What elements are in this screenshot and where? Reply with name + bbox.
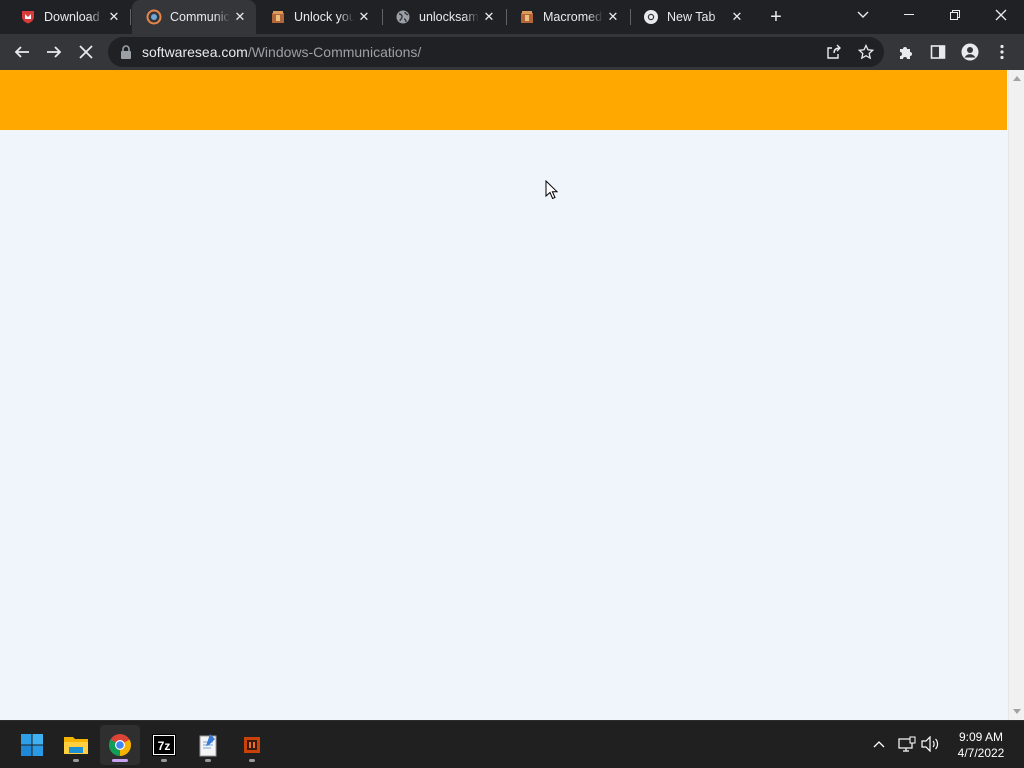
running-indicator: [73, 759, 79, 762]
tab-divider: [130, 9, 131, 25]
chevron-up-icon: [873, 741, 885, 748]
page-content: [0, 70, 1008, 720]
stop-loading-button[interactable]: [70, 36, 102, 68]
7zip-icon: 7z: [152, 734, 176, 756]
arrow-left-icon: [14, 46, 29, 58]
chrome-icon: [643, 9, 659, 25]
page-scrollbar[interactable]: [1008, 70, 1024, 720]
clock-time: 9:09 AM: [958, 730, 1004, 744]
scroll-down-arrow[interactable]: [1013, 709, 1021, 714]
notepad-icon: [199, 734, 217, 757]
tab-title: Communica: [170, 10, 230, 24]
restore-button[interactable]: [932, 0, 978, 30]
system-clock[interactable]: 9:09 AM 4/7/2022: [946, 729, 1016, 761]
tab-macromedia[interactable]: Macromedi ✕: [505, 0, 629, 34]
app-icon: [244, 737, 260, 753]
clock-date: 4/7/2022: [957, 746, 1005, 760]
tab-unlocksama[interactable]: unlocksama ✕: [381, 0, 505, 34]
chevron-down-icon: [857, 11, 869, 18]
url-text[interactable]: softwaresea.com/Windows-Communications/: [142, 44, 421, 60]
puzzle-icon: [900, 47, 912, 59]
start-button[interactable]: [12, 725, 52, 765]
tab-new-tab[interactable]: New Tab ✕: [629, 0, 753, 34]
close-tab-icon[interactable]: ✕: [727, 7, 747, 27]
side-panel-icon: [930, 45, 946, 59]
address-bar[interactable]: softwaresea.com/Windows-Communications/: [108, 37, 884, 67]
softwaresea-icon: [146, 9, 162, 25]
tab-download[interactable]: Download V ✕: [6, 0, 130, 34]
close-tab-icon[interactable]: ✕: [603, 7, 623, 27]
network-icon: [898, 736, 916, 752]
tab-title: Download V: [44, 10, 104, 24]
show-hidden-icons-button[interactable]: [868, 733, 890, 755]
side-panel-button[interactable]: [922, 36, 954, 68]
tab-title: New Tab: [667, 10, 716, 24]
scroll-up-arrow[interactable]: [1013, 76, 1021, 81]
close-window-button[interactable]: [978, 0, 1024, 30]
lock-icon[interactable]: [120, 45, 132, 64]
tab-title: Unlock you: [294, 10, 354, 24]
shield-red-icon: [20, 9, 36, 25]
stop-icon: [79, 45, 93, 59]
running-indicator: [249, 759, 255, 762]
tab-title: unlocksama: [419, 10, 479, 24]
star-icon: [858, 44, 874, 60]
tab-unlock[interactable]: Unlock you ✕: [256, 0, 380, 34]
file-explorer-icon: [64, 737, 88, 754]
profile-icon: [961, 43, 979, 61]
taskbar-app[interactable]: [232, 725, 272, 765]
archive-box-icon: [270, 9, 286, 25]
extensions-button[interactable]: [890, 36, 922, 68]
share-icon: [827, 44, 841, 59]
profile-button[interactable]: [954, 36, 986, 68]
globe-icon: [395, 9, 411, 25]
minimize-button[interactable]: [886, 0, 932, 30]
taskbar-file-explorer[interactable]: [56, 725, 96, 765]
taskbar-chrome[interactable]: [100, 725, 140, 765]
close-tab-icon[interactable]: ✕: [354, 7, 374, 27]
tab-strip: Download V ✕ Communica ✕ Unlock you ✕ un…: [0, 0, 1024, 34]
archive-box-icon: [519, 9, 535, 25]
forward-button[interactable]: [38, 36, 70, 68]
minimize-icon: [904, 14, 914, 15]
mouse-cursor-icon: [545, 179, 559, 205]
bookmark-star-button[interactable]: [852, 38, 880, 66]
taskbar-notepad[interactable]: [188, 725, 228, 765]
menu-button[interactable]: [986, 36, 1018, 68]
back-button[interactable]: [6, 36, 38, 68]
chrome-icon: [109, 734, 131, 756]
running-indicator: [161, 759, 167, 762]
volume-button[interactable]: [920, 733, 942, 755]
restore-icon: [950, 10, 960, 20]
browser-toolbar: softwaresea.com/Windows-Communications/: [0, 34, 1024, 70]
tab-title: Macromedi: [543, 10, 603, 24]
close-icon: [995, 9, 1007, 21]
running-indicator: [205, 759, 211, 762]
kebab-menu-icon: [1000, 44, 1004, 60]
taskbar-7zip[interactable]: 7z: [144, 725, 184, 765]
close-tab-icon[interactable]: ✕: [479, 7, 499, 27]
tab-search-button[interactable]: [840, 0, 886, 30]
new-tab-button[interactable]: +: [764, 5, 788, 29]
active-indicator: [112, 759, 128, 762]
network-button[interactable]: [896, 733, 918, 755]
site-header-banner: [0, 70, 1007, 130]
url-domain: softwaresea.com: [142, 44, 248, 60]
start-icon: [21, 734, 43, 756]
tab-communications[interactable]: Communica ✕: [132, 0, 256, 34]
arrow-right-icon: [47, 46, 62, 58]
speaker-icon: [921, 736, 939, 752]
svg-text:7z: 7z: [158, 739, 171, 753]
close-tab-icon[interactable]: ✕: [230, 7, 250, 27]
close-tab-icon[interactable]: ✕: [104, 7, 124, 27]
share-button[interactable]: [820, 38, 848, 66]
windows-taskbar: 7z 9:09 AM 4/7/2022: [0, 720, 1024, 768]
url-path: /Windows-Communications/: [247, 44, 422, 60]
